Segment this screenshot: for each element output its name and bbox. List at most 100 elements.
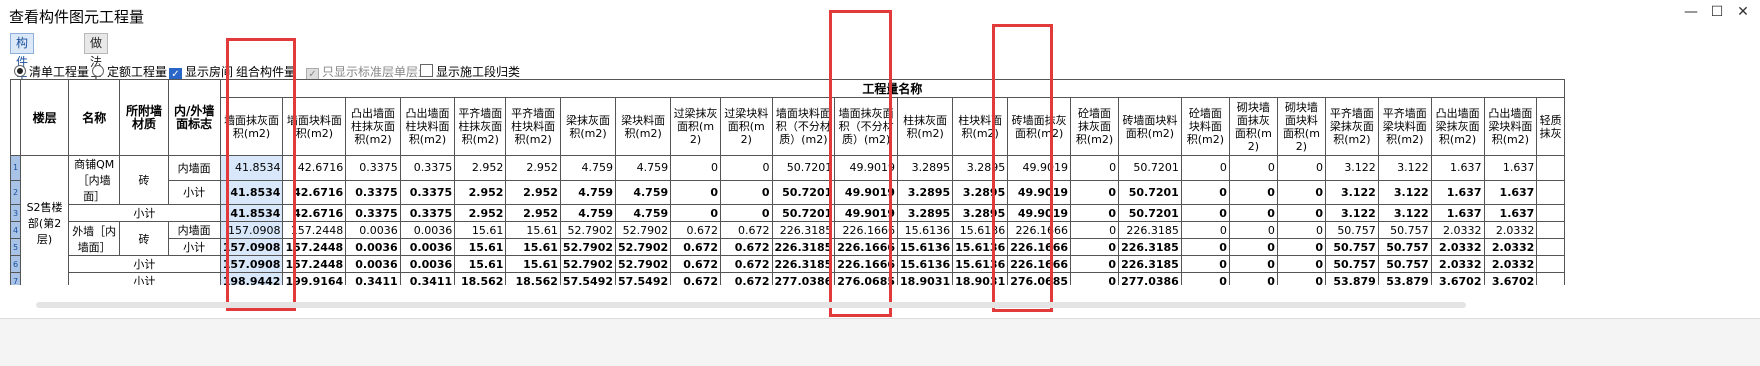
quantity-cell[interactable]: 0 [1070, 204, 1120, 222]
table-row[interactable]: 6 小计 157.0908 157.2448 0.0036 0.0036 15.61 15.6… [10, 255, 1565, 273]
quantity-cell[interactable]: 2.952 [505, 155, 561, 181]
quantity-cell[interactable]: 3.2895 [897, 179, 954, 205]
quantity-cell[interactable]: 1.637 [1430, 204, 1485, 222]
quantity-cell[interactable]: 0.3375 [399, 179, 456, 205]
quantity-cell[interactable]: 3.122 [1324, 204, 1379, 222]
quantity-cell[interactable]: 3.2895 [952, 179, 1009, 205]
quantity-cell[interactable]: 2.0332 [1483, 238, 1538, 256]
col-header-quantity[interactable]: 过梁抹灰面积(m2) [670, 97, 721, 156]
quantity-cell[interactable]: 15.61 [454, 221, 507, 239]
quantity-cell[interactable]: 57.5492 [615, 272, 672, 285]
quantity-cell[interactable]: 3.2895 [897, 155, 954, 181]
quantity-cell[interactable]: 0.672 [670, 255, 721, 273]
maximize-icon[interactable]: ☐ [1704, 4, 1730, 20]
quantity-cell[interactable]: 3.2895 [897, 204, 954, 222]
quantity-cell[interactable]: 2.0332 [1430, 238, 1485, 256]
quantity-cell[interactable]: 0.3411 [399, 272, 456, 285]
quantity-cell[interactable]: 15.61 [505, 255, 561, 273]
quantity-cell[interactable]: 0 [1228, 155, 1278, 181]
col-header-quantity[interactable]: 砖墙面抹灰面积(m2) [1007, 97, 1072, 156]
quantity-cell[interactable]: 277.0386 [771, 272, 836, 285]
quantity-cell[interactable]: 1.637 [1483, 179, 1538, 205]
row-index[interactable]: 1 [10, 155, 22, 181]
quantity-cell[interactable]: 226.3185 [771, 221, 836, 239]
quantity-cell[interactable]: 41.8534 [219, 179, 284, 205]
quantity-cell[interactable]: 52.7902 [615, 255, 672, 273]
col-header-quantity[interactable]: 过梁块料面积(m2) [720, 97, 773, 156]
quantity-cell[interactable]: 0 [720, 204, 773, 222]
quantity-cell[interactable]: 0.3411 [345, 272, 401, 285]
quantity-cell[interactable]: 53.879 [1377, 272, 1432, 285]
quantity-cell[interactable]: 57.5492 [559, 272, 617, 285]
col-header-quantity[interactable]: 平齐墙面梁抹灰面积(m2) [1324, 97, 1379, 156]
quantity-cell[interactable]: 50.7201 [1118, 155, 1182, 181]
quantity-cell[interactable]: 1.637 [1483, 155, 1538, 181]
quantity-cell[interactable]: 3.122 [1324, 179, 1379, 205]
col-header-quantity[interactable]: 砼墙面抹灰面积(m2) [1070, 97, 1120, 156]
col-header-inout-flag[interactable]: 内/外墙面标志 [167, 79, 221, 156]
quantity-cell[interactable]: 157.0908 [219, 255, 284, 273]
quantity-cell[interactable]: 0 [670, 155, 721, 181]
quantity-cell[interactable]: 0 [1180, 255, 1230, 273]
quantity-cell[interactable]: 0 [670, 179, 721, 205]
quantity-cell[interactable]: 49.9019 [834, 179, 899, 205]
quantity-cell[interactable]: 0.0036 [399, 238, 456, 256]
quantity-cell[interactable]: 2.952 [454, 204, 507, 222]
quantity-cell[interactable]: 226.3185 [771, 255, 836, 273]
quantity-cell[interactable]: 0 [1276, 221, 1326, 239]
quantity-cell[interactable]: 15.6136 [952, 255, 1009, 273]
quantity-cell[interactable]: 0 [1180, 221, 1230, 239]
quantity-cell[interactable]: 50.7201 [1118, 204, 1182, 222]
table-row[interactable]: 5 小计 157.0908 157.2448 0.0036 0.0036 15.61 15.6… [10, 238, 1565, 256]
quantity-cell[interactable]: 0 [1228, 204, 1278, 222]
quantity-cell[interactable]: 0 [1070, 179, 1120, 205]
quantity-cell[interactable]: 0.672 [720, 221, 773, 239]
col-header-quantity[interactable]: 平齐墙面柱块料面积(m2) [505, 97, 561, 156]
quantity-cell[interactable]: 50.757 [1377, 221, 1432, 239]
quantity-cell[interactable]: 3.2895 [952, 155, 1009, 181]
quantity-cell[interactable]: 0 [720, 179, 773, 205]
quantity-cell[interactable]: 0 [1276, 272, 1326, 285]
quantity-cell[interactable]: 226.3185 [1118, 238, 1182, 256]
tab-component-quantity[interactable]: 构件工程量 [10, 33, 35, 126]
minimize-icon[interactable]: — [1678, 4, 1704, 20]
quantity-cell[interactable]: 0.0036 [345, 238, 401, 256]
quantity-cell[interactable]: 157.0908 [219, 221, 284, 239]
quantity-cell[interactable]: 15.6136 [952, 221, 1009, 239]
quantity-cell[interactable]: 0.672 [670, 272, 721, 285]
table-row[interactable]: 7 小计 198.9442 199.9164 0.3411 0.3411 18.562 18.… [10, 272, 1565, 285]
quantity-cell[interactable]: 0 [1180, 204, 1230, 222]
quantity-cell[interactable]: 18.9031 [897, 272, 954, 285]
quantity-cell[interactable]: 0 [1070, 272, 1120, 285]
quantity-cell[interactable]: 0.672 [720, 255, 773, 273]
col-header-quantity[interactable]: 梁块料面积(m2) [615, 97, 672, 156]
quantity-cell[interactable]: 0.3375 [345, 155, 401, 181]
row-index[interactable]: 3 [10, 204, 22, 222]
quantity-cell[interactable]: 2.952 [454, 179, 507, 205]
quantity-cell[interactable]: 1.637 [1483, 204, 1538, 222]
quantity-cell[interactable]: 0 [1276, 238, 1326, 256]
col-header-quantity[interactable]: 墙面抹灰面积（不分材质）(m2) [834, 97, 899, 156]
quantity-cell[interactable]: 276.0685 [1007, 272, 1072, 285]
quantity-cell[interactable]: 4.759 [615, 155, 672, 181]
quantity-cell[interactable]: 52.7902 [559, 221, 617, 239]
col-header-quantity[interactable]: 凸出墙面柱抹灰面积(m2) [345, 97, 401, 156]
quantity-cell[interactable]: 3.2895 [952, 204, 1009, 222]
quantity-cell[interactable]: 0 [1180, 238, 1230, 256]
quantity-cell[interactable]: 0 [1276, 179, 1326, 205]
quantity-cell[interactable]: 4.759 [615, 204, 672, 222]
quantity-cell[interactable]: 226.1666 [1007, 255, 1072, 273]
quantity-cell[interactable]: 226.1666 [1007, 238, 1072, 256]
quantity-cell[interactable]: 0 [720, 155, 773, 181]
quantity-cell[interactable]: 0 [1180, 272, 1230, 285]
quantity-cell[interactable]: 0.3375 [345, 204, 401, 222]
quantity-cell[interactable]: 2.0332 [1483, 221, 1538, 239]
quantity-cell[interactable]: 49.9019 [834, 204, 899, 222]
quantity-cell[interactable]: 0 [1228, 272, 1278, 285]
quantity-cell[interactable]: 2.952 [505, 204, 561, 222]
quantity-cell[interactable] [1536, 221, 1565, 239]
quantity-cell[interactable]: 50.7201 [771, 179, 836, 205]
quantity-cell[interactable] [1536, 238, 1565, 256]
quantity-cell[interactable]: 0.3375 [345, 179, 401, 205]
col-header-wall-material[interactable]: 所附墙材质 [119, 79, 169, 156]
